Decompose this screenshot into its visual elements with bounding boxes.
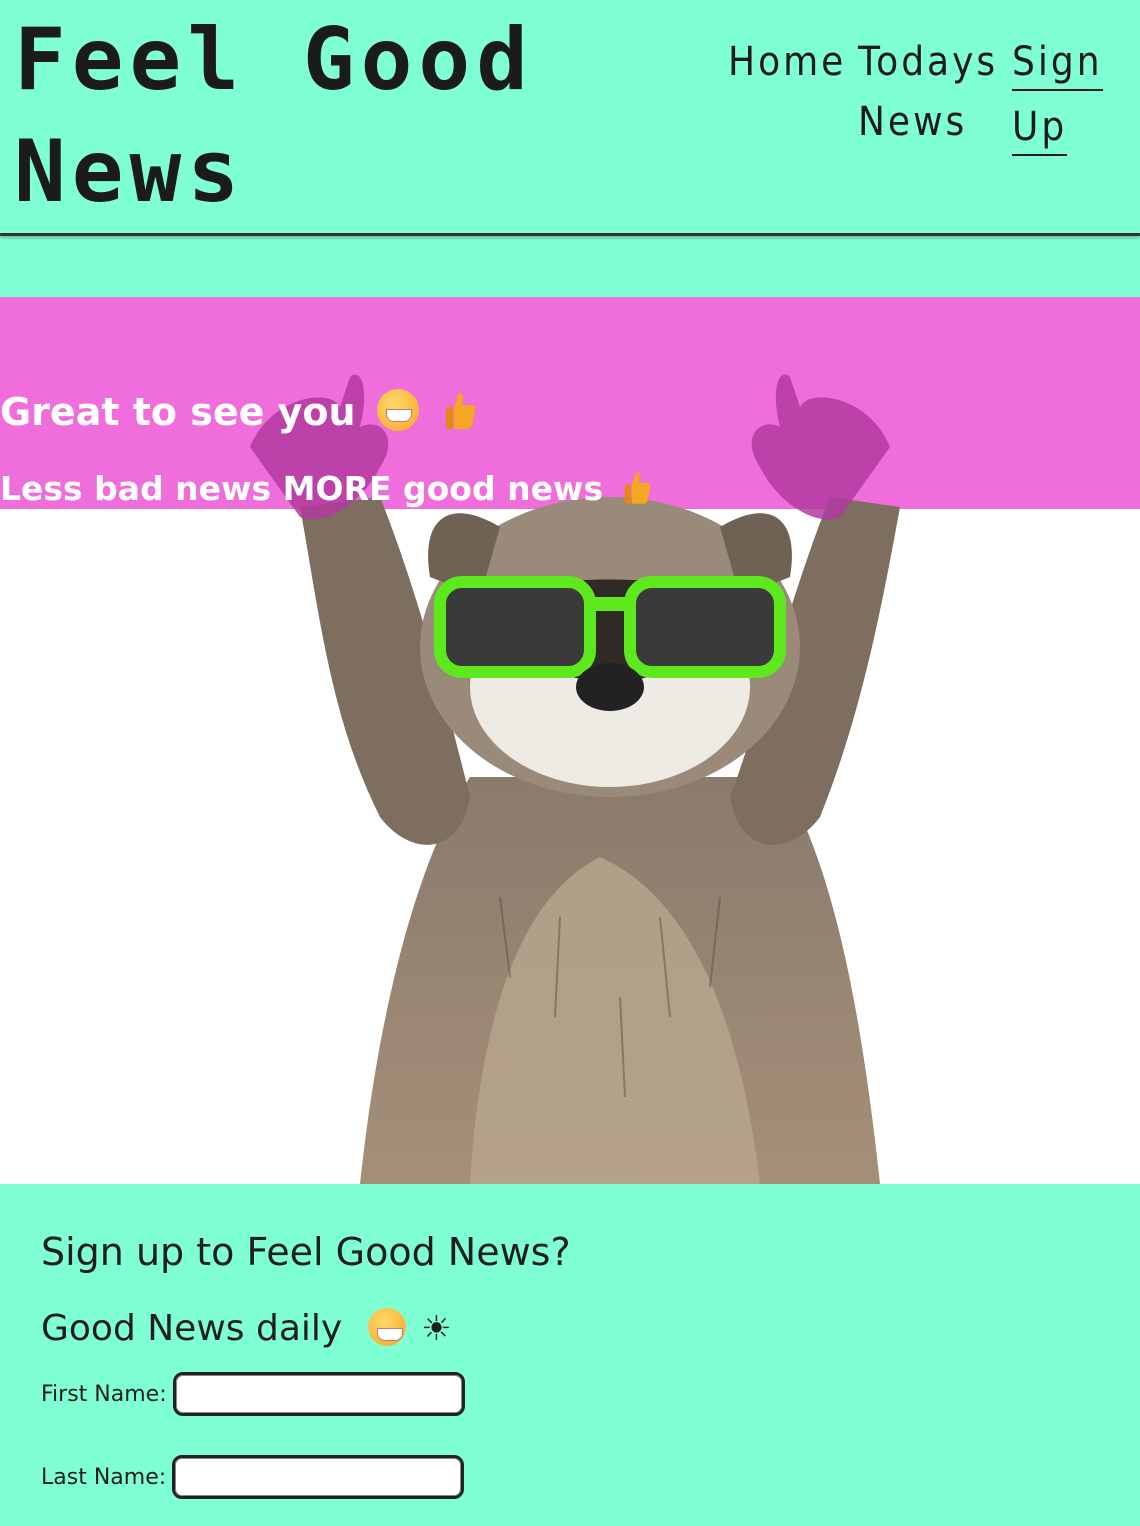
logo-line-2: News <box>14 122 246 222</box>
grinning-face-icon <box>367 1308 406 1346</box>
signup-heading: Sign up to Feel Good News? <box>41 1230 571 1274</box>
hero-subtitle: Less bad news MORE good news <box>0 469 651 508</box>
last-name-label: Last Name: <box>41 1464 167 1490</box>
nav-link-todays-news[interactable]: Todays News <box>858 32 998 152</box>
site-header: Feel Good News Home Todays News Sign Up <box>0 0 1140 236</box>
nav-todays-label-2: News <box>858 99 968 145</box>
hero-section: Great to see you Less bad news MORE good… <box>0 297 1140 1184</box>
first-name-field[interactable] <box>172 1372 465 1416</box>
last-name-row: Last Name: <box>41 1455 465 1499</box>
signup-subheading-text: Good News daily <box>41 1308 343 1349</box>
sun-icon: ☀ <box>421 1309 452 1349</box>
nav-link-home[interactable]: Home <box>728 32 846 92</box>
nav-home-label: Home <box>728 39 847 85</box>
signup-section: Sign up to Feel Good News? Good News dai… <box>0 1184 1140 1526</box>
hero-subtitle-text: Less bad news MORE good news <box>0 469 604 508</box>
nav-signup-label-1: Sign <box>1012 35 1103 91</box>
nav-signup-label-2: Up <box>1012 100 1068 156</box>
hero-title-text: Great to see you <box>0 390 356 434</box>
thumbs-up-icon <box>446 392 476 429</box>
logo-line-1: Feel Good <box>14 10 534 110</box>
signup-subheading: Good News daily ☀ <box>41 1308 452 1349</box>
first-name-row: First Name: <box>41 1372 465 1416</box>
nav-link-sign-up[interactable]: Sign Up <box>1012 32 1103 162</box>
last-name-field[interactable] <box>172 1455 465 1499</box>
first-name-label: First Name: <box>41 1381 167 1407</box>
thumbs-up-icon <box>624 472 651 504</box>
hero-title: Great to see you <box>0 389 476 434</box>
nav-todays-label-1: Todays <box>858 39 999 85</box>
site-logo[interactable]: Feel Good News <box>14 4 654 228</box>
grinning-face-icon <box>376 389 419 431</box>
